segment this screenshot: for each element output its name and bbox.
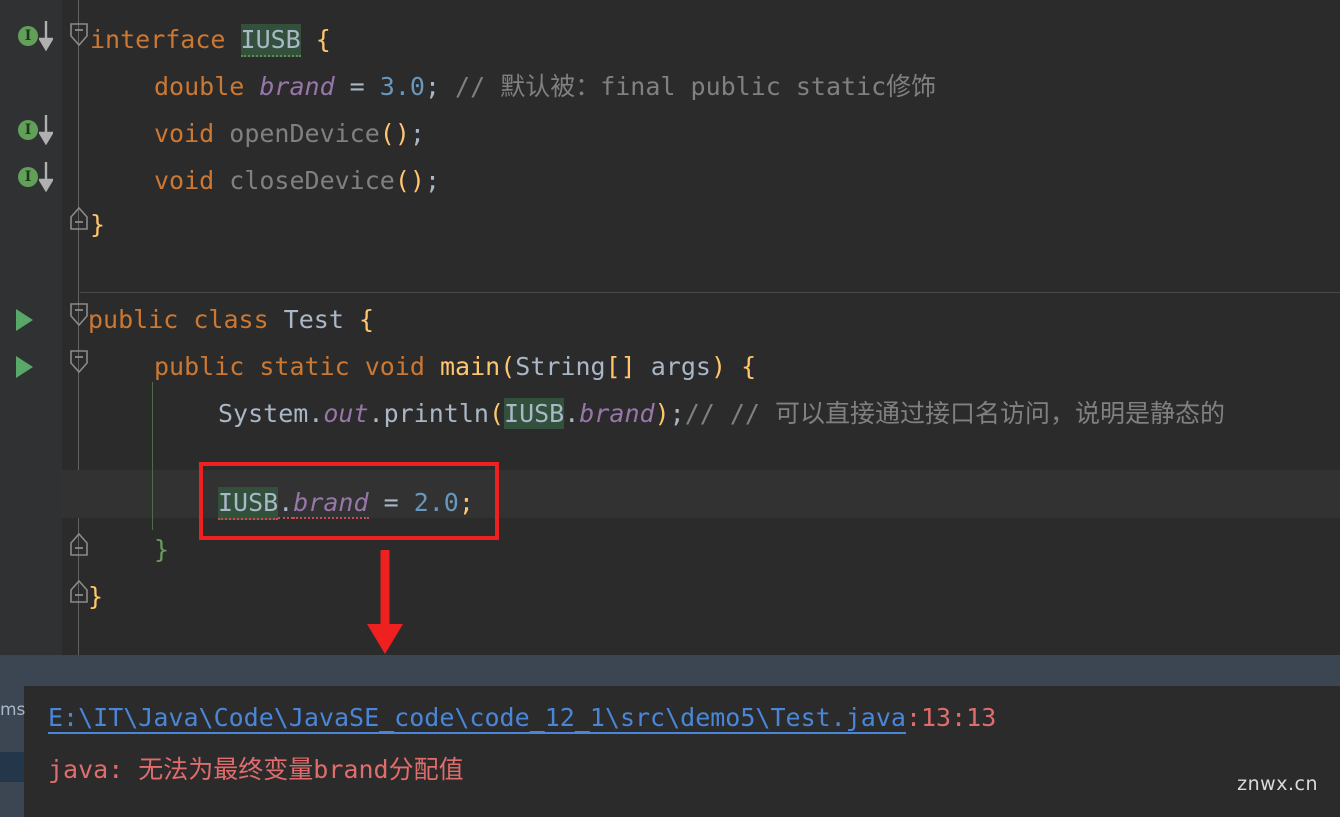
code-token: openDevice: [229, 119, 380, 148]
code-line[interactable]: void openDevice();: [154, 114, 425, 154]
code-token: }: [90, 210, 106, 239]
gutter-icon-implemented-method-open[interactable]: I: [18, 115, 53, 145]
code-token: Test: [283, 305, 344, 334]
output-duration-label: ms: [0, 700, 26, 720]
code-token: void: [154, 119, 230, 148]
code-token: {: [358, 305, 375, 334]
code-token: String: [515, 352, 606, 381]
code-token: brand: [259, 72, 335, 101]
code-token: ;: [424, 166, 441, 195]
code-token: .: [308, 399, 324, 428]
code-token: brand: [293, 488, 369, 519]
code-line[interactable]: }: [88, 577, 103, 617]
code-text-area[interactable]: interface IUSB { double brand = 3.0; // 默…: [62, 0, 1340, 655]
code-line[interactable]: void closeDevice();: [154, 161, 440, 201]
code-token: interface: [90, 25, 241, 54]
code-token: (): [379, 119, 410, 148]
code-token: ): [710, 352, 727, 381]
code-token: {: [741, 352, 757, 381]
code-token: ;: [409, 119, 425, 148]
output-sidebar-selected-item[interactable]: [0, 752, 24, 782]
code-token: 2.0: [413, 488, 459, 517]
code-token: // 默认被：final public static修饰: [440, 72, 937, 101]
code-token: void: [154, 166, 230, 195]
code-token: =: [368, 488, 414, 517]
code-line[interactable]: interface IUSB {: [90, 20, 331, 60]
code-line[interactable]: public static void main(String[] args) {: [154, 347, 756, 387]
implementation-down-arrow-icon: [39, 162, 53, 192]
code-token: IUSB: [240, 24, 301, 57]
code-token: System: [218, 399, 309, 428]
interface-marker-icon: I: [18, 167, 38, 187]
code-token: out: [323, 399, 369, 428]
code-token: }: [88, 582, 104, 611]
code-token: ;: [458, 488, 474, 517]
code-token: IUSB: [218, 487, 279, 520]
code-token: =: [334, 72, 380, 101]
code-token: IUSB: [504, 398, 565, 429]
code-token: .: [278, 488, 294, 519]
code-line[interactable]: }: [154, 530, 169, 570]
site-watermark: znwx.cn: [1237, 773, 1318, 795]
code-token: ;: [424, 72, 440, 101]
code-token: ;: [669, 399, 685, 428]
implementation-down-arrow-icon: [39, 21, 53, 51]
code-token: // // 可以直接通过接口名访问，说明是静态的: [684, 399, 1225, 428]
output-error-location-row[interactable]: E:\IT\Java\Code\JavaSE_code\code_12_1\sr…: [48, 703, 997, 734]
code-token: .: [564, 399, 580, 428]
code-token: (): [394, 166, 425, 195]
code-line[interactable]: System.out.println(IUSB.brand);// // 可以直…: [218, 394, 1225, 434]
code-token: ): [654, 399, 670, 428]
interface-marker-icon: I: [18, 120, 38, 140]
code-token: closeDevice: [229, 166, 395, 195]
compiler-error-message: java: 无法为最终变量brand分配值: [48, 755, 464, 784]
code-token: 3.0: [379, 72, 425, 101]
error-file-path-link[interactable]: E:\IT\Java\Code\JavaSE_code\code_12_1\sr…: [48, 703, 906, 734]
output-toolbar[interactable]: [0, 655, 1340, 686]
code-token: (: [500, 352, 516, 381]
code-token: double: [154, 72, 260, 101]
code-token: (: [488, 399, 505, 428]
gutter-icon-implemented-interface[interactable]: I: [18, 21, 53, 51]
run-play-icon: [16, 309, 33, 331]
code-token: args: [635, 352, 711, 381]
code-line[interactable]: }: [90, 205, 105, 245]
code-editor[interactable]: I I I interface IUSB {double brand = 3.…: [0, 0, 1340, 655]
code-line[interactable]: double brand = 3.0; // 默认被：final public …: [154, 67, 936, 107]
interface-marker-icon: I: [18, 26, 38, 46]
code-token: public class: [88, 305, 284, 334]
error-line-column: :13:13: [905, 703, 997, 732]
code-token: {: [315, 25, 331, 54]
code-token: brand: [579, 399, 655, 428]
gutter-icon-implemented-method-close[interactable]: I: [18, 162, 53, 192]
code-token: main: [439, 352, 501, 381]
code-token: .println: [368, 399, 489, 428]
code-line[interactable]: public class Test {: [88, 300, 374, 340]
code-token: public static void: [154, 352, 440, 381]
implementation-down-arrow-icon: [39, 115, 53, 145]
run-play-icon: [16, 356, 33, 378]
code-line[interactable]: IUSB.brand = 2.0;: [218, 483, 474, 523]
code-token: }: [154, 535, 170, 564]
code-token: []: [605, 352, 636, 381]
gutter-icon-run-main[interactable]: [8, 350, 42, 378]
gutter-icon-run-class[interactable]: [8, 303, 42, 331]
